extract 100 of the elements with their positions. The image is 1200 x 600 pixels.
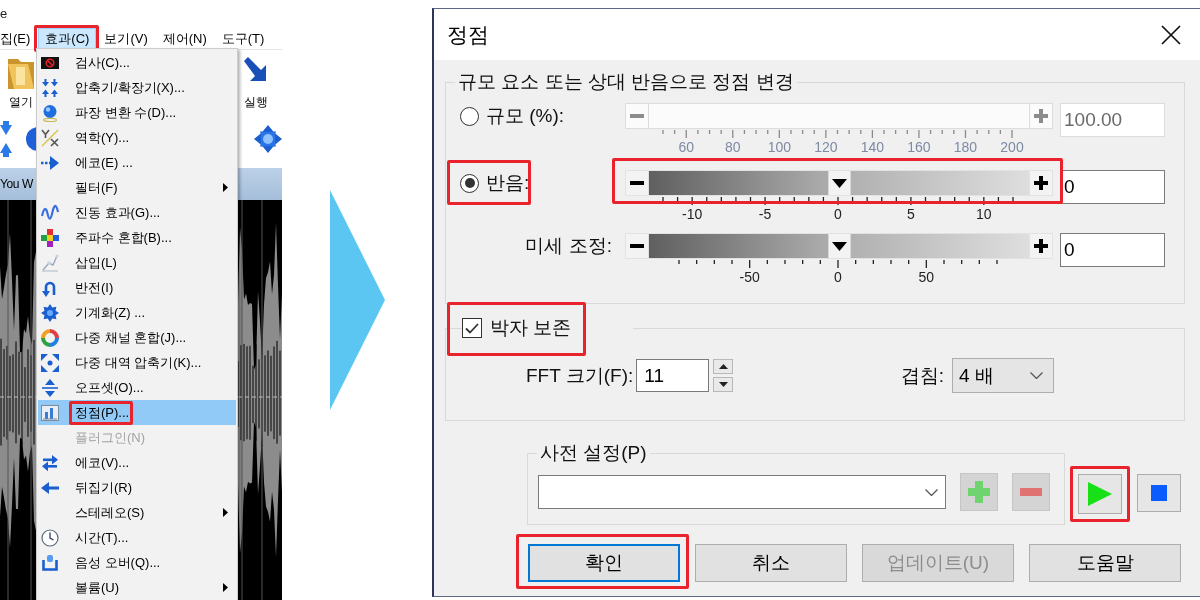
tick-label: 0 [834, 206, 842, 222]
menu-item[interactable]: 에코(E) ... [38, 150, 236, 175]
tick-label: 5 [907, 206, 915, 222]
menubar-item[interactable]: 보기(V) [97, 28, 155, 49]
cycle-arrows-icon [41, 453, 59, 472]
checkbox[interactable] [462, 318, 482, 338]
dialog-button[interactable]: 확인 [528, 544, 680, 582]
group-title: 사전 설정(P) [539, 442, 648, 464]
tick-label: 160 [907, 139, 931, 155]
plus-icon [1034, 109, 1048, 123]
decrease-button[interactable] [625, 170, 649, 196]
spin-field[interactable]: 11 [636, 359, 710, 392]
menu-item[interactable]: 주파수 혼합(B)... [38, 225, 236, 250]
clock-icon [41, 528, 59, 547]
tray-icon [41, 553, 59, 572]
minus-icon [630, 244, 644, 248]
tick-label: 140 [860, 139, 885, 155]
menu-item[interactable]: 파장 변환 수(D)... [38, 100, 236, 125]
menu-item[interactable]: 스테레오(S) [38, 500, 236, 525]
tick-label: 100 [767, 139, 791, 155]
field-label: FFT 크기(F): [526, 363, 634, 388]
plus-icon [1034, 176, 1048, 190]
decrease-button[interactable] [625, 233, 649, 259]
group-title: 규모 요소 또는 상대 반음으로 정점 변경 [457, 71, 795, 93]
dialog-button[interactable]: 취소 [695, 544, 847, 582]
menu-item[interactable]: 진동 효과(G)... [38, 200, 236, 225]
menu-item[interactable]: 음성 오버(Q)... [38, 550, 236, 575]
wave-icon [41, 203, 59, 222]
down-triangle-icon [831, 241, 847, 251]
menu-item[interactable]: 뒤집기(R) [38, 475, 236, 500]
menu-item[interactable]: 압축기/확장기(X)... [38, 75, 236, 100]
menu-item[interactable]: 검사(C)... [38, 50, 236, 75]
check-icon [465, 322, 479, 334]
down-triangle-icon [718, 382, 728, 387]
ring-icon [41, 328, 59, 347]
chevron-down-icon [1030, 372, 1043, 379]
window-title: e [0, 5, 8, 22]
menu-item[interactable]: 역학(Y)... [38, 125, 236, 150]
toolbar-label: 실행 [244, 95, 268, 110]
chart-icon [41, 403, 59, 422]
graph-icon [41, 253, 59, 272]
menu-item[interactable]: 기계화(Z) ... [38, 300, 236, 325]
tick-label: -5 [758, 206, 772, 222]
menu-item[interactable]: 에코(V)... [38, 450, 236, 475]
spin-down-button[interactable] [713, 377, 734, 392]
menu-item[interactable]: 정점(P)... [38, 400, 236, 425]
dialog-title: 정점 [447, 21, 489, 48]
down-triangle-icon [831, 178, 847, 188]
tick-label: -50 [739, 269, 760, 285]
tick-label: 80 [725, 139, 741, 155]
menu-item[interactable]: 볼륨(U) [38, 575, 236, 600]
radio-label: 반음: [486, 172, 530, 194]
slider-thumb[interactable] [827, 234, 851, 258]
value-field[interactable]: 0 [1060, 170, 1165, 204]
up-triangle-icon [718, 364, 728, 369]
field-label: 겹침: [900, 363, 944, 388]
toolbar-label: 열기 [9, 95, 33, 110]
menu-item[interactable]: 오프셋(O)... [38, 375, 236, 400]
radio-button[interactable] [460, 173, 479, 193]
menu-item[interactable]: 반전(I) [38, 275, 236, 300]
preset-combo[interactable] [538, 475, 946, 509]
compress-arrows-icon [41, 78, 59, 97]
radio-label: 규모 (%): [486, 105, 565, 127]
minus-icon [1020, 488, 1042, 496]
field-label: 미세 조정: [525, 235, 612, 257]
value-field[interactable]: 0 [1060, 233, 1165, 267]
menu-item[interactable]: 다중 대역 압축기(K)... [38, 350, 236, 375]
slider-thumb[interactable] [827, 171, 851, 195]
stop-icon [1151, 485, 1167, 501]
right-arrow-icon [330, 190, 385, 410]
tick-label: 120 [814, 139, 838, 155]
axis-icon [41, 128, 59, 147]
close-icon[interactable] [1161, 24, 1181, 45]
checkbox-label: 박자 보존 [490, 317, 572, 339]
menu-item[interactable]: 시간(T)... [38, 525, 236, 550]
menu-item[interactable]: 필터(F) [38, 175, 236, 200]
menubar-item[interactable]: 효과(C) [38, 28, 97, 49]
menubar-item[interactable]: 도구(T) [214, 28, 272, 49]
spin-up-button[interactable] [713, 359, 734, 374]
sphere-icon [41, 103, 59, 122]
menubar-item[interactable]: 집(E) [0, 28, 38, 49]
menu-item[interactable]: 다중 채널 혼합(J)... [38, 325, 236, 350]
menubar-item[interactable]: 제어(N) [155, 28, 214, 49]
tick-label: 10 [976, 206, 992, 222]
tick-label: 180 [953, 139, 978, 155]
document-title: You W [0, 177, 33, 191]
chevron-down-icon [925, 488, 938, 496]
increase-button[interactable] [1029, 170, 1053, 196]
play-icon [1088, 482, 1112, 506]
tick-label: 50 [918, 269, 935, 285]
dialog-button[interactable]: 도움말 [1029, 544, 1181, 582]
plus-icon [968, 481, 990, 503]
menu-item[interactable]: 삽입(L) [38, 250, 236, 275]
converging-arrows-icon[interactable] [0, 120, 12, 157]
star-icon[interactable] [254, 123, 282, 154]
tick-label: 200 [1000, 139, 1024, 155]
increase-button[interactable] [1029, 233, 1053, 259]
stop-button[interactable] [1137, 474, 1181, 512]
plus-icon [1034, 239, 1048, 253]
dropdown-select[interactable]: 4 배 [952, 358, 1054, 393]
